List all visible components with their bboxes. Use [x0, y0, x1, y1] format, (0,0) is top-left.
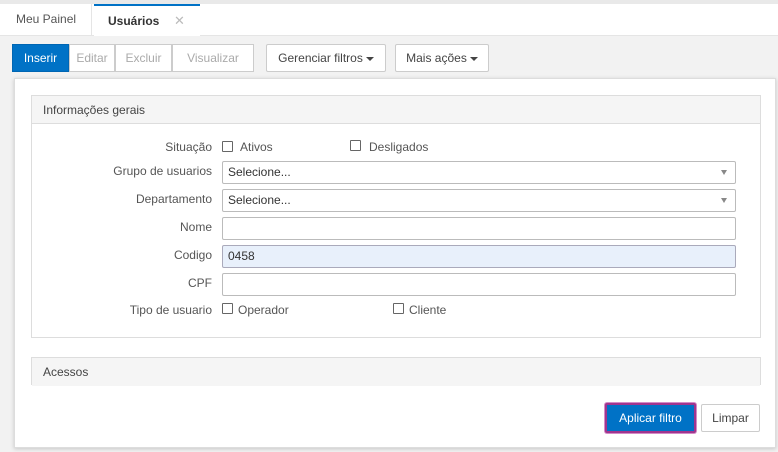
desligados-checkbox[interactable] [350, 140, 361, 151]
manage-filters-button[interactable]: Gerenciar filtros [266, 44, 386, 72]
apply-filter-button[interactable]: Aplicar filtro [605, 403, 696, 433]
cliente-label: Cliente [409, 303, 447, 317]
section-header: Acessos [32, 358, 760, 386]
cpf-label: CPF [188, 276, 212, 290]
more-actions-button[interactable]: Mais ações [395, 44, 489, 72]
general-info-section: Informações gerais Situação Ativos Desli… [31, 95, 761, 338]
cpf-input[interactable] [222, 273, 736, 296]
caret-down-icon [365, 56, 374, 61]
nome-label: Nome [179, 220, 212, 234]
insert-button[interactable]: Inserir [12, 44, 69, 72]
tab-bar: Meu Painel Usuários ✕ [0, 0, 778, 36]
chevron-down-icon [721, 170, 727, 175]
caret-down-icon [469, 56, 478, 61]
nome-input[interactable] [222, 217, 736, 240]
view-button[interactable]: Visualizar [172, 44, 254, 72]
clear-button[interactable]: Limpar [701, 404, 760, 432]
operador-checkbox[interactable] [222, 303, 233, 314]
edit-button[interactable]: Editar [69, 44, 115, 72]
departamento-select[interactable]: Selecione... [222, 189, 736, 212]
codigo-label: Codigo [173, 248, 212, 262]
more-actions-label: Mais ações [406, 51, 467, 65]
chevron-down-icon [721, 198, 727, 203]
delete-button[interactable]: Excluir [115, 44, 172, 72]
situacao-label: Situação [165, 140, 212, 154]
tab-label: Usuários [108, 14, 160, 28]
manage-filters-label: Gerenciar filtros [278, 51, 363, 65]
departamento-select-value: Selecione... [228, 193, 291, 207]
ativos-checkbox[interactable] [222, 141, 233, 152]
cliente-checkbox[interactable] [393, 303, 404, 314]
departamento-label: Departamento [135, 192, 212, 206]
grupo-label: Grupo de usuarios [113, 164, 212, 178]
section-header: Informações gerais [32, 96, 760, 124]
filter-panel: Informações gerais Situação Ativos Desli… [14, 78, 776, 448]
grupo-select-value: Selecione... [228, 165, 291, 179]
ativos-label: Ativos [240, 140, 273, 154]
close-icon[interactable]: ✕ [174, 6, 185, 36]
tab-label: Meu Painel [16, 12, 77, 26]
operador-label: Operador [238, 303, 289, 317]
access-section[interactable]: Acessos [31, 357, 761, 386]
tab-meu-painel[interactable]: Meu Painel [2, 4, 92, 36]
tipo-label: Tipo de usuario [129, 303, 212, 317]
codigo-input[interactable]: 0458 [222, 245, 736, 268]
grupo-select[interactable]: Selecione... [222, 161, 736, 184]
tab-usuarios[interactable]: Usuários ✕ [94, 4, 200, 36]
desligados-label: Desligados [369, 140, 429, 154]
